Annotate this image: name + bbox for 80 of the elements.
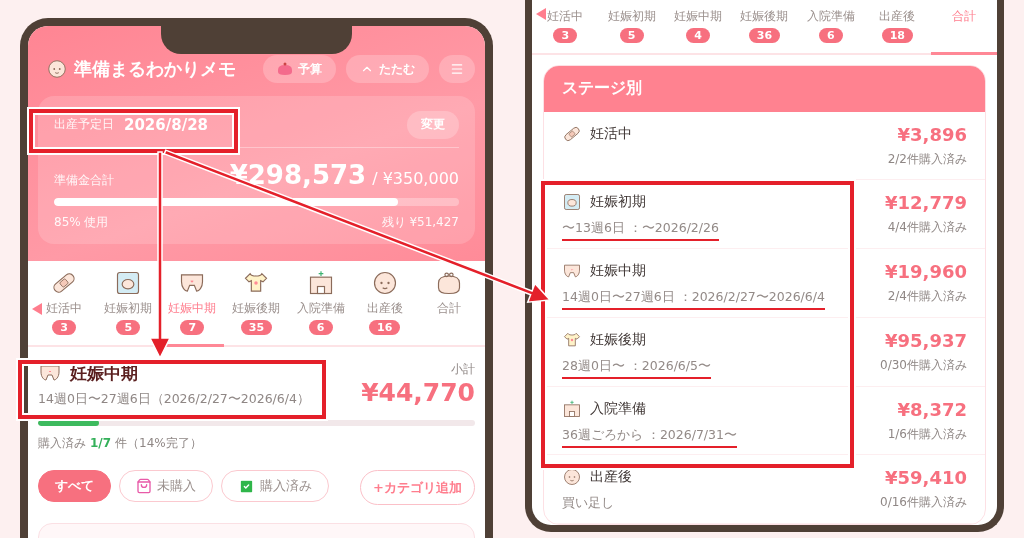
subtotal-amount: ¥44,770	[361, 378, 475, 407]
scroll-left-icon	[32, 303, 42, 315]
stage-amount: ¥12,779	[885, 192, 967, 214]
purchased-count: 2/2件購入済み	[887, 150, 967, 168]
stage-tab[interactable]: 合計	[416, 269, 481, 347]
stage-name: 妊娠中期	[590, 262, 646, 281]
menu-button[interactable]	[439, 55, 475, 83]
count-badge: 36	[748, 28, 781, 43]
stage-amount: ¥8,372	[897, 398, 967, 420]
stage-amount: ¥3,896	[897, 123, 967, 145]
stage-tab[interactable]: 妊娠初期 5	[598, 8, 665, 55]
stage-period: 14週0日〜27週6日 ：2026/2/27〜2026/6/4	[562, 289, 825, 307]
count-badge: 18	[881, 28, 913, 43]
filter-chip[interactable]: 未購入	[119, 470, 213, 502]
stage-tab[interactable]: 出産後 18	[864, 8, 931, 55]
summary-title: ステージ別	[544, 66, 985, 112]
stage-tab[interactable]: 妊娠後期 35	[224, 269, 289, 347]
shopping-bag-icon	[136, 478, 152, 494]
stage-period: 買い足し	[562, 495, 614, 513]
filter-chip[interactable]: 購入済み	[221, 470, 329, 502]
stage-name: 入院準備	[590, 399, 646, 418]
stage-tab[interactable]: 妊活中 3	[532, 8, 599, 55]
count-badge: 35	[240, 320, 273, 335]
menu-icon	[450, 62, 464, 76]
stage-amount: ¥95,937	[885, 329, 967, 351]
stage-period: 28週0日〜 ：2026/6/5〜	[562, 357, 711, 375]
subtotal-label: 小計	[451, 361, 475, 378]
purchased-count: 4/4件購入済み	[887, 219, 967, 237]
filter-chip[interactable]: すべて	[38, 470, 111, 502]
due-date-label: 出産予定日	[54, 116, 114, 133]
used-percent: 85% 使用	[54, 214, 109, 231]
stage-tab[interactable]: 入院準備 6	[797, 8, 865, 55]
stage-period: 14週0日〜27週6日（2026/2/27〜2026/6/4）	[38, 391, 311, 408]
purchased-count: 1/7	[90, 436, 112, 450]
count-badge: 3	[52, 320, 77, 335]
count-badge: 7	[180, 320, 205, 335]
collapse-button[interactable]: たたむ	[346, 55, 429, 83]
purchased-summary: 件（14%完了）	[115, 436, 202, 450]
count-badge: 3	[553, 28, 578, 43]
stage-name: 妊娠初期	[590, 193, 646, 212]
baby-picture-icon	[562, 192, 582, 213]
stage-amount: ¥19,960	[885, 261, 967, 283]
baby-face-icon	[562, 467, 582, 488]
stage-name: 妊娠後期	[590, 330, 646, 349]
count-badge: 6	[818, 28, 843, 43]
remaining-amount: 残り ¥51,427	[381, 214, 459, 231]
purchased-count: 0/16件購入済み	[880, 494, 967, 512]
purchased-count: 0/30件購入済み	[880, 356, 967, 374]
count-badge: 5	[619, 28, 644, 43]
stage-name: 妊活中	[590, 124, 632, 143]
stage-tab[interactable]: 妊活中 3	[32, 269, 97, 347]
check-box-icon	[238, 477, 255, 495]
baby-face-icon	[46, 58, 68, 80]
due-date-value: 2026/8/28	[124, 115, 210, 134]
purchased-count: 1/6件購入済み	[887, 425, 967, 443]
count-badge: 6	[308, 320, 333, 335]
scroll-left-icon	[536, 8, 546, 20]
stage-tab[interactable]: 妊娠後期 36	[731, 8, 798, 55]
stage-period: 〜13週6日 ：〜2026/2/26	[562, 220, 719, 238]
stage-tab[interactable]: 出産後 16	[352, 269, 417, 347]
stage-tab[interactable]: 妊娠中期 4	[664, 8, 732, 55]
add-category-button[interactable]: +カテゴリ追加	[360, 470, 475, 505]
purchased-label: 購入済み	[38, 436, 86, 450]
budget-button[interactable]: 予算	[263, 55, 336, 83]
hospital-icon	[562, 398, 582, 419]
count-badge: 5	[116, 320, 141, 335]
budget-total: / ¥350,000	[372, 169, 459, 188]
purchased-count: 2/4件購入済み	[887, 288, 967, 306]
stage-title: 妊娠中期	[70, 361, 138, 385]
count-badge: 4	[686, 28, 711, 43]
stage-name: 出産後	[590, 468, 632, 487]
budget-label: 準備金合計	[54, 172, 114, 189]
spent-amount: ¥298,573	[229, 160, 367, 190]
app-title: 準備まるわかりメモ	[74, 57, 237, 81]
stage-amount: ¥59,410	[885, 467, 967, 489]
stage-tab[interactable]: 入院準備 6	[288, 269, 353, 347]
count-badge: 16	[369, 320, 401, 335]
stage-tab[interactable]: 合計	[930, 8, 997, 55]
stage-period: 36週ごろから ：2026/7/31〜	[562, 426, 737, 444]
purse-icon	[277, 62, 293, 76]
